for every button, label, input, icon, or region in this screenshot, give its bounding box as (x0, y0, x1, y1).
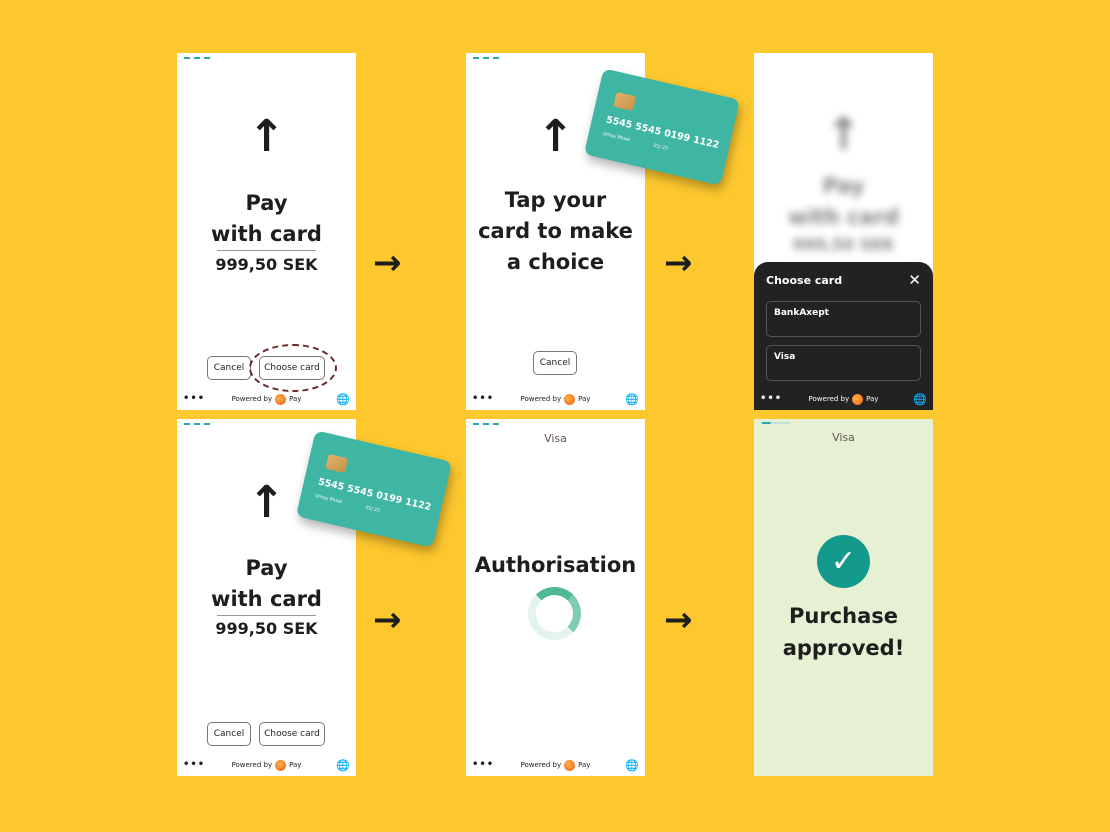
brand-name: Pay (289, 761, 302, 769)
arrow-up-icon: ↑ (248, 477, 285, 528)
powered-by-text: Powered by (231, 761, 273, 769)
globe-icon[interactable]: 🌐 (625, 393, 639, 406)
cancel-button[interactable]: Cancel (533, 351, 577, 375)
powered-by: Powered by Pay (466, 758, 645, 772)
screen-choose-card: ↑ Pay with card 999,50 SEK Choose card ✕… (754, 53, 933, 410)
amount: 999,50 SEK (215, 619, 318, 638)
close-icon[interactable]: ✕ (908, 271, 921, 289)
loading-spinner (528, 587, 581, 640)
card-option-visa[interactable]: Visa (766, 345, 921, 381)
globe-icon[interactable]: 🌐 (625, 759, 639, 772)
powered-by: Powered by Pay (177, 392, 356, 406)
sheet-title: Choose card (766, 274, 843, 287)
choose-card-sheet: Choose card ✕ BankAxept Visa ••• Powered… (754, 262, 933, 410)
cancel-button[interactable]: Cancel (207, 356, 251, 380)
highlight-circle (249, 344, 337, 392)
screen-authorisation: Visa Authorisation ••• Powered by Pay 🌐 (466, 419, 645, 776)
brand-logo-icon (275, 759, 287, 771)
amount: 999,50 SEK (215, 255, 318, 274)
chip-icon (325, 453, 349, 474)
card-expiry: 01/ 23 (652, 143, 669, 152)
card-label: Visa (832, 431, 855, 444)
progress-indicator (762, 422, 790, 424)
brand-name: Pay (289, 395, 302, 403)
powered-by-text: Powered by (520, 395, 562, 403)
globe-icon[interactable]: 🌐 (336, 393, 350, 406)
title: card to make (478, 219, 633, 243)
title: Authorisation (474, 553, 637, 577)
progress-indicator (184, 57, 210, 59)
screen-pay-with-card: ↑ Pay with card 999,50 SEK Cancel Choose… (177, 53, 356, 410)
title: with card (211, 222, 322, 246)
globe-icon[interactable]: 🌐 (336, 759, 350, 772)
title: Tap your (504, 188, 607, 212)
card-option-bankaxept[interactable]: BankAxept (766, 301, 921, 337)
brand-name: Pay (866, 395, 879, 403)
globe-icon[interactable]: 🌐 (913, 393, 927, 406)
title: Purchase (788, 604, 898, 628)
card-expiry: 01/ 23 (364, 505, 381, 514)
title: with card (211, 587, 322, 611)
card-name: Orhay Rhaei (602, 131, 631, 144)
checkmark-icon: ✓ (817, 535, 870, 588)
chip-icon (613, 91, 637, 112)
arrow-up-icon: ↑ (248, 111, 285, 162)
screen-purchase-approved: Visa ✓ Purchase approved! (754, 419, 933, 776)
cancel-button[interactable]: Cancel (207, 722, 251, 746)
title: Pay (245, 556, 288, 580)
powered-by-text: Powered by (231, 395, 273, 403)
divider (217, 615, 316, 616)
brand-logo-icon (564, 759, 576, 771)
title: Pay (245, 191, 288, 215)
powered-by-text: Powered by (808, 395, 850, 403)
flow-arrow-icon: → (373, 600, 402, 640)
brand-name: Pay (578, 395, 591, 403)
brand-logo-icon (852, 393, 864, 405)
flow-arrow-icon: → (664, 243, 693, 283)
flow-arrow-icon: → (373, 243, 402, 283)
brand-name: Pay (578, 761, 591, 769)
powered-by: Powered by Pay (466, 392, 645, 406)
brand-logo-icon (275, 393, 287, 405)
progress-indicator (184, 423, 210, 425)
divider (217, 250, 316, 251)
title: a choice (506, 250, 605, 274)
powered-by: Powered by Pay (754, 392, 933, 406)
choose-card-button[interactable]: Choose card (259, 722, 325, 746)
card-label: Visa (544, 432, 567, 445)
progress-indicator (473, 423, 499, 425)
card-name: Orhay Rhaei (314, 493, 343, 506)
flow-arrow-icon: → (664, 600, 693, 640)
powered-by-text: Powered by (520, 761, 562, 769)
brand-logo-icon (564, 393, 576, 405)
title: approved! (782, 636, 905, 660)
arrow-up-icon: ↑ (537, 111, 574, 162)
powered-by: Powered by Pay (177, 758, 356, 772)
progress-indicator (473, 57, 499, 59)
